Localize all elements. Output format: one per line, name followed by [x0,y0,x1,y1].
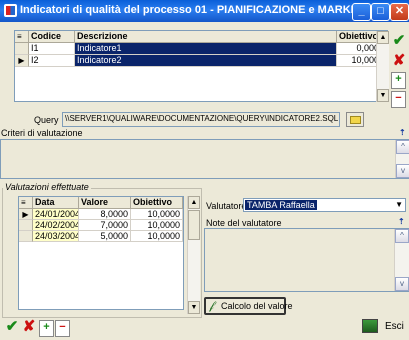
criteria-scrollbar[interactable]: ^ v [395,140,409,178]
folder-icon [350,116,361,124]
browse-folder-button[interactable] [346,112,364,127]
table-cell-date[interactable]: 24/02/2004 [33,220,79,231]
col-header-date[interactable]: Data [33,197,79,209]
evaluator-selected-value: TAMBA Raffaella [245,200,317,210]
table-cell-description[interactable]: Indicatore2 [75,55,337,67]
col-header-description[interactable]: Descrizione [75,31,337,43]
minimize-button[interactable]: _ [352,3,371,21]
row-indicator[interactable] [19,231,33,242]
calculate-value-label: Calcolo del valore [221,301,293,311]
criteria-memo[interactable] [0,139,409,179]
grid-corner-icon: ≡ [15,31,29,43]
current-row-indicator[interactable]: ▶ [15,55,29,67]
row-indicator[interactable] [15,43,29,55]
evaluator-select[interactable]: TAMBA Raffaella ▼ [243,198,406,212]
scroll-down-arrow-icon[interactable]: v [396,164,409,178]
table-cell-target[interactable]: 10,0000 [131,209,183,220]
row-indicator[interactable] [19,220,33,231]
window-title: Indicatori di qualità del processo 01 - … [20,4,385,16]
delete-record-icon[interactable]: − [55,320,70,337]
scroll-up-arrow-icon[interactable]: ▲ [377,31,389,44]
table-cell-code[interactable]: I2 [29,55,75,67]
notes-scrollbar[interactable]: ^ v [394,229,409,291]
calculate-value-button[interactable]: 𝒻 Calcolo del valore [204,297,293,315]
dropdown-arrow-icon[interactable]: ▼ [395,199,403,211]
formula-icon: 𝒻 [209,300,214,312]
table-cell-value[interactable]: 8,0000 [79,209,131,220]
exit-door-icon [362,319,378,333]
table-cell-code[interactable]: I1 [29,43,75,55]
grid-corner-icon: ≡ [19,197,33,209]
scroll-down-arrow-icon[interactable]: ▼ [377,89,389,102]
table-cell-description[interactable]: Indicatore1 [75,43,337,55]
evaluator-notes-memo[interactable] [204,228,409,292]
table-cell-date[interactable]: 24/03/2004 [33,231,79,242]
evaluations-grid[interactable]: ≡ Data Valore Obiettivo ▶ 24/01/2004 8,0… [18,196,184,310]
evaluator-label: Valutatore [206,201,247,211]
col-header-value[interactable]: Valore [79,197,131,209]
delete-record-icon[interactable]: − [391,91,406,108]
confirm-check-icon[interactable]: ✔ [4,318,20,336]
cancel-x-icon[interactable]: ✘ [391,52,407,70]
cancel-x-icon[interactable]: ✘ [21,318,37,336]
query-label: Query [34,115,59,125]
current-row-indicator[interactable]: ▶ [19,209,33,220]
scroll-up-arrow-icon[interactable]: ^ [395,229,409,243]
exit-button[interactable]: Esci [360,318,406,336]
evaluations-scrollbar[interactable]: ▲ ▼ [187,196,200,314]
criteria-pin-icon[interactable]: ⇡ [399,128,408,138]
close-button[interactable]: ✕ [390,3,409,21]
app-icon [4,4,17,17]
query-path-field[interactable]: \\SERVER1\QUALIWARE\DOCUMENTAZIONE\QUERY… [62,112,340,127]
notes-pin-icon[interactable]: ⇡ [398,217,407,227]
table-cell-value[interactable]: 7,0000 [79,220,131,231]
col-header-code[interactable]: Codice [29,31,75,43]
table-cell-value[interactable]: 5,0000 [79,231,131,242]
table-cell-target[interactable]: 10,0000 [131,220,183,231]
new-record-icon[interactable]: + [391,72,406,89]
indicators-scrollbar[interactable]: ▲ ▼ [376,31,389,102]
title-bar[interactable]: Indicatori di qualità del processo 01 - … [0,0,409,22]
scroll-down-arrow-icon[interactable]: v [395,277,409,291]
scroll-down-arrow-icon[interactable]: ▼ [188,301,200,314]
maximize-button[interactable]: □ [371,3,390,21]
table-cell-date[interactable]: 24/01/2004 [33,209,79,220]
scroll-up-arrow-icon[interactable]: ^ [396,140,409,154]
evaluator-notes-label: Note del valutatore [206,218,282,228]
indicators-grid[interactable]: ≡ Codice Descrizione Obiettivo I1 Indica… [14,30,388,102]
evaluations-group-label: Valutazioni effettuate [3,182,91,192]
col-header-target[interactable]: Obiettivo [131,197,183,209]
criteria-label: Criteri di valutazione [1,128,83,138]
table-cell-target[interactable]: 10,0000 [131,231,183,242]
scrollbar-thumb[interactable] [188,210,200,240]
new-record-icon[interactable]: + [39,320,54,337]
confirm-check-icon[interactable]: ✔ [391,32,407,50]
exit-label: Esci [385,321,404,332]
scroll-up-arrow-icon[interactable]: ▲ [188,196,200,209]
